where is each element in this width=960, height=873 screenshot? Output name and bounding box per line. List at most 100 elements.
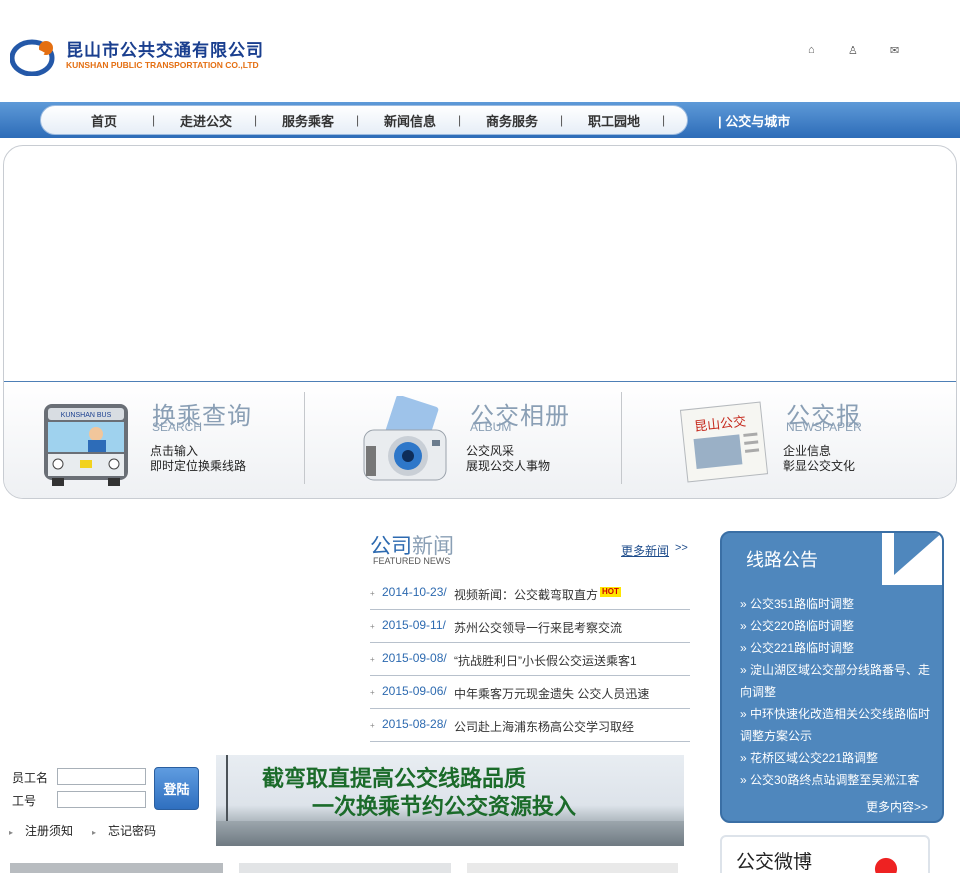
logo-mark-icon: [10, 39, 55, 76]
home-icon[interactable]: ⌂: [808, 44, 815, 56]
bullet-icon: +: [370, 589, 375, 598]
news-item[interactable]: + 2015-09-06/ 中年乘客万元现金遗失 公交人员迅速: [370, 676, 690, 709]
nav-item-news[interactable]: 新闻信息: [365, 111, 455, 130]
notice-item[interactable]: » 淀山湖区域公交部分线路番号、走向调整: [740, 659, 930, 703]
nav-separator: |: [152, 113, 156, 127]
news-title[interactable]: 中年乘客万元现金遗失 公交人员迅速: [454, 685, 649, 702]
nav-item-home[interactable]: 首页: [59, 111, 149, 130]
news-more-link[interactable]: 更多新闻: [621, 542, 669, 559]
sitemap-icon[interactable]: ♙: [848, 44, 858, 57]
news-title[interactable]: 视频新闻：公交截弯取直方: [454, 586, 598, 603]
feature-desc-2: 即时定位换乘线路: [150, 459, 247, 473]
bullet-icon: +: [370, 721, 375, 730]
bullet-icon: ▸: [9, 828, 14, 837]
feature-subtitle: SEARCH: [152, 420, 203, 434]
bottom-thumbnail[interactable]: [10, 863, 223, 873]
road-scene: [216, 821, 684, 846]
nav-separator: |: [560, 113, 564, 127]
feature-subtitle: ALBUM: [470, 420, 512, 434]
hero-banner: KUNSHAN BUS 换乘查询 SEARCH 点击输入 即时定位换乘线路 公交…: [3, 145, 957, 499]
bottom-thumbnail[interactable]: [239, 863, 451, 873]
camera-icon: [363, 396, 447, 481]
promo-line-2: 一次换乘节约公交资源投入: [312, 794, 577, 820]
staff-id-input[interactable]: [57, 791, 146, 808]
feature-desc-1: 公交风采: [466, 444, 515, 458]
news-title[interactable]: 公司赴上海浦东杨高公交学习取经: [454, 718, 634, 735]
company-logo[interactable]: 昆山市公共交通有限公司 KUNSHAN PUBLIC TRANSPORTATIO…: [10, 34, 290, 78]
register-notice-link[interactable]: ▸ 注册须知: [9, 822, 73, 839]
bus-sign: KUNSHAN BUS: [61, 412, 112, 419]
bullet-icon: +: [370, 622, 375, 631]
notice-item[interactable]: » 公交221路临时调整: [740, 637, 930, 659]
notice-fold: [882, 533, 942, 585]
staff-id-label: 工号: [12, 794, 37, 808]
news-list: + 2014-10-23/ 视频新闻：公交截弯取直方 HOT + 2015-09…: [370, 577, 690, 742]
nav-item-city[interactable]: | 公交与城市: [718, 111, 790, 130]
mail-icon[interactable]: ✉: [890, 44, 899, 57]
bullet-icon: ▸: [92, 828, 97, 837]
feature-subtitle: NEWSPAPER: [786, 420, 862, 434]
bottom-thumbnail[interactable]: [467, 863, 678, 873]
nav-pill: 首页 | 走进公交 | 服务乘客 | 新闻信息 | 商务服务 | 职工园地 |: [40, 105, 688, 135]
username-label: 员工名: [12, 771, 49, 785]
feature-separator: [621, 392, 622, 484]
weibo-icon: [866, 851, 906, 873]
nav-separator: |: [356, 113, 360, 127]
promo-banner[interactable]: 截弯取直提高公交线路品质 一次换乘节约公交资源投入: [216, 755, 684, 846]
news-title[interactable]: 苏州公交领导一行来昆考察交流: [454, 619, 622, 636]
notice-item[interactable]: » 花桥区域公交221路调整: [740, 747, 930, 769]
news-date: 2015-09-11/: [382, 618, 446, 632]
nav-item-business[interactable]: 商务服务: [467, 111, 557, 130]
username-input[interactable]: [57, 768, 146, 785]
feature-desc-1: 点击输入: [150, 444, 199, 458]
register-notice-label: 注册须知: [25, 824, 74, 838]
nav-item-staff[interactable]: 职工园地: [569, 111, 659, 130]
news-heading-a: 公司: [370, 535, 412, 558]
feature-desc-1: 企业信息: [783, 444, 832, 458]
nav-separator: |: [254, 113, 258, 127]
news-more-arrow[interactable]: >>: [675, 542, 688, 554]
login-button[interactable]: 登陆: [154, 767, 199, 810]
news-title[interactable]: “抗战胜利日”小长假公交运送乘客1: [454, 652, 637, 669]
news-item[interactable]: + 2014-10-23/ 视频新闻：公交截弯取直方 HOT: [370, 577, 690, 610]
notice-item[interactable]: » 公交220路临时调整: [740, 615, 930, 637]
nav-separator: |: [662, 113, 666, 127]
news-date: 2014-10-23/: [382, 585, 447, 599]
logo-text-en: KUNSHAN PUBLIC TRANSPORTATION CO.,LTD: [66, 60, 259, 70]
notice-item[interactable]: » 中环快速化改造相关公交线路临时调整方案公示: [740, 703, 930, 747]
notice-more-link[interactable]: 更多内容>>: [866, 798, 928, 815]
feature-desc-2: 彰显公交文化: [783, 459, 856, 473]
news-heading-b: 新闻: [412, 535, 454, 558]
feature-separator: [304, 392, 305, 484]
bullet-icon: +: [370, 655, 375, 664]
notice-item[interactable]: » 公交30路终点站调整至吴淞江客: [740, 769, 930, 791]
news-date: 2015-09-06/: [382, 684, 447, 698]
forgot-password-link[interactable]: ▸ 忘记密码: [92, 822, 156, 839]
news-date: 2015-09-08/: [382, 651, 447, 665]
logo-text-cn: 昆山市公共交通有限公司: [66, 41, 264, 60]
nav-item-city-label: 公交与城市: [725, 114, 791, 129]
route-notice-panel: 线路公告 » 公交351路临时调整 » 公交220路临时调整 » 公交221路临…: [720, 531, 944, 823]
nav-separator: |: [458, 113, 462, 127]
bus-icon: KUNSHAN BUS: [44, 404, 128, 486]
nav-item-service[interactable]: 服务乘客: [263, 111, 353, 130]
news-item[interactable]: + 2015-09-11/ 苏州公交领导一行来昆考察交流: [370, 610, 690, 643]
weibo-box[interactable]: 公交微博: [720, 835, 930, 873]
notice-item[interactable]: » 公交351路临时调整: [740, 593, 930, 615]
news-item[interactable]: + 2015-09-08/ “抗战胜利日”小长假公交运送乘客1: [370, 643, 690, 676]
nav-item-about[interactable]: 走进公交: [161, 111, 251, 130]
main-nav: 首页 | 走进公交 | 服务乘客 | 新闻信息 | 商务服务 | 职工园地 | …: [0, 102, 960, 138]
notice-title: 线路公告: [746, 550, 818, 570]
feature-desc-2: 展现公交人事物: [466, 459, 551, 473]
notice-fold-corner: [894, 533, 942, 575]
weibo-title: 公交微博: [736, 852, 813, 873]
bullet-icon: +: [370, 688, 375, 697]
forgot-password-label: 忘记密码: [108, 824, 157, 838]
news-item[interactable]: + 2015-08-28/ 公司赴上海浦东杨高公交学习取经: [370, 709, 690, 742]
top-icon-bar: ⌂ ♙ ✉: [806, 44, 906, 60]
news-subheading: FEATURED NEWS: [373, 556, 451, 566]
news-date: 2015-08-28/: [382, 717, 447, 731]
newspaper-icon: 昆山公交: [679, 401, 769, 483]
notice-list: » 公交351路临时调整 » 公交220路临时调整 » 公交221路临时调整 »…: [740, 593, 930, 791]
hot-badge: HOT: [600, 587, 621, 597]
